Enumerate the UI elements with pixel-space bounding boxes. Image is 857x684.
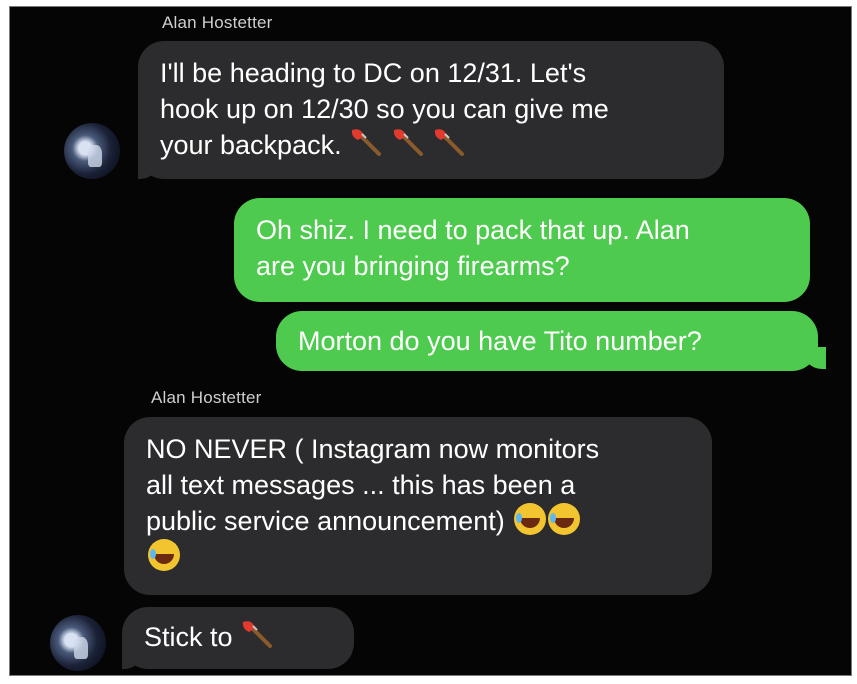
message-thread: Alan Hostetter I'll be heading to DC on … (9, 6, 852, 676)
message-line: are you bringing firearms? (256, 251, 570, 281)
message-bubble-incoming[interactable]: I'll be heading to DC on 12/31. Let's ho… (138, 41, 724, 179)
message-text: Morton do you have Tito number? (298, 326, 702, 356)
message-line: I'll be heading to DC on 12/31. Let's (160, 58, 587, 88)
message-text: Stick to (144, 622, 233, 652)
message-bubble-outgoing[interactable]: Morton do you have Tito number? (276, 311, 818, 371)
axe-icon (349, 129, 391, 160)
contact-avatar[interactable] (50, 615, 106, 671)
message-line: NO NEVER ( Instagram now monitors (146, 434, 600, 464)
tears-of-joy-icon (148, 539, 180, 571)
message-line-text: your backpack. (160, 130, 342, 160)
contact-avatar[interactable] (64, 123, 120, 179)
message-bubble-incoming[interactable]: NO NEVER ( Instagram now monitors all te… (124, 417, 712, 595)
tears-of-joy-icon (548, 503, 581, 535)
sender-name: Alan Hostetter (151, 388, 262, 407)
message-bubble-incoming[interactable]: Stick to (122, 607, 354, 669)
axe-icon (240, 621, 274, 652)
axe-icon (432, 129, 466, 160)
message-line: your backpack. (160, 127, 702, 163)
message-line-text: public service announcement) (146, 506, 505, 536)
tears-of-joy-icon (514, 503, 547, 535)
message-line: public service announcement) (146, 503, 690, 539)
message-line: hook up on 12/30 so you can give me (160, 94, 609, 124)
axe-icon (391, 129, 433, 160)
message-line (146, 539, 690, 575)
message-line: Oh shiz. I need to pack that up. Alan (256, 215, 690, 245)
message-bubble-outgoing[interactable]: Oh shiz. I need to pack that up. Alan ar… (234, 198, 810, 302)
sender-name: Alan Hostetter (162, 13, 273, 32)
message-line: all text messages ... this has been a (146, 470, 576, 500)
